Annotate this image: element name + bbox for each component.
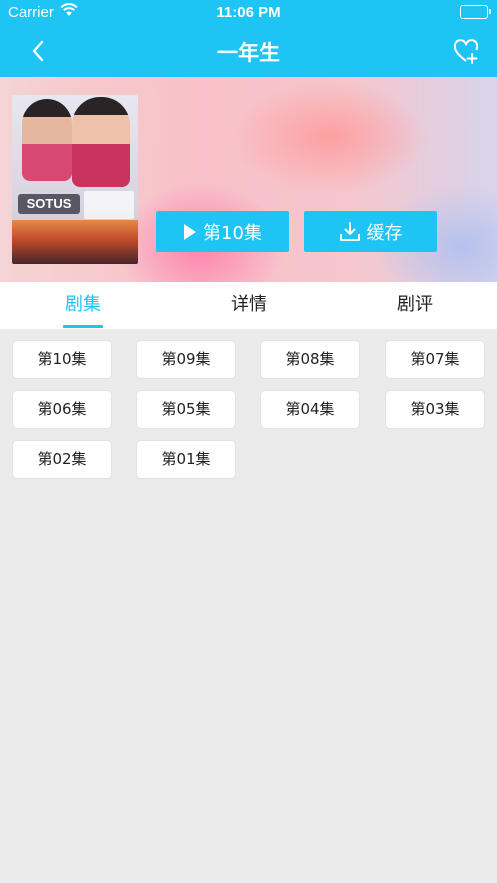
favorite-button[interactable] (451, 36, 481, 66)
episode-button[interactable]: 第05集 (136, 390, 236, 429)
tab-bar: 剧集 详情 剧评 (0, 282, 497, 329)
status-time: 11:06 PM (216, 4, 281, 21)
episode-button[interactable]: 第04集 (260, 390, 360, 429)
episode-button[interactable]: 第08集 (260, 340, 360, 379)
battery-icon (460, 5, 491, 19)
cache-button[interactable]: 缓存 (304, 211, 437, 252)
heart-plus-icon (453, 39, 479, 64)
episode-button[interactable]: 第02集 (12, 440, 112, 479)
top-bar: Carrier 11:06 PM 一年生 (0, 0, 497, 77)
cache-button-label: 缓存 (366, 222, 403, 244)
tab-episodes[interactable]: 剧集 (0, 282, 166, 329)
poster-image: SOTUS (12, 95, 138, 264)
tab-reviews[interactable]: 剧评 (332, 282, 497, 329)
download-icon (339, 221, 360, 241)
episode-button[interactable]: 第07集 (385, 340, 485, 379)
tab-details[interactable]: 详情 (166, 282, 332, 329)
hero-banner: SOTUS 第10集 缓存 (0, 77, 497, 282)
status-bar: Carrier 11:06 PM (0, 0, 497, 26)
play-icon (184, 223, 197, 240)
page-title: 一年生 (217, 41, 280, 65)
navigation-bar: 一年生 (0, 26, 497, 77)
play-episode-button[interactable]: 第10集 (156, 211, 289, 252)
play-button-label: 第10集 (203, 222, 262, 244)
episode-button[interactable]: 第01集 (136, 440, 236, 479)
episode-button[interactable]: 第06集 (12, 390, 112, 429)
episode-button[interactable]: 第10集 (12, 340, 112, 379)
episode-button[interactable]: 第03集 (385, 390, 485, 429)
episode-button[interactable]: 第09集 (136, 340, 236, 379)
active-tab-indicator (63, 325, 103, 328)
poster-logo: SOTUS (18, 194, 80, 214)
